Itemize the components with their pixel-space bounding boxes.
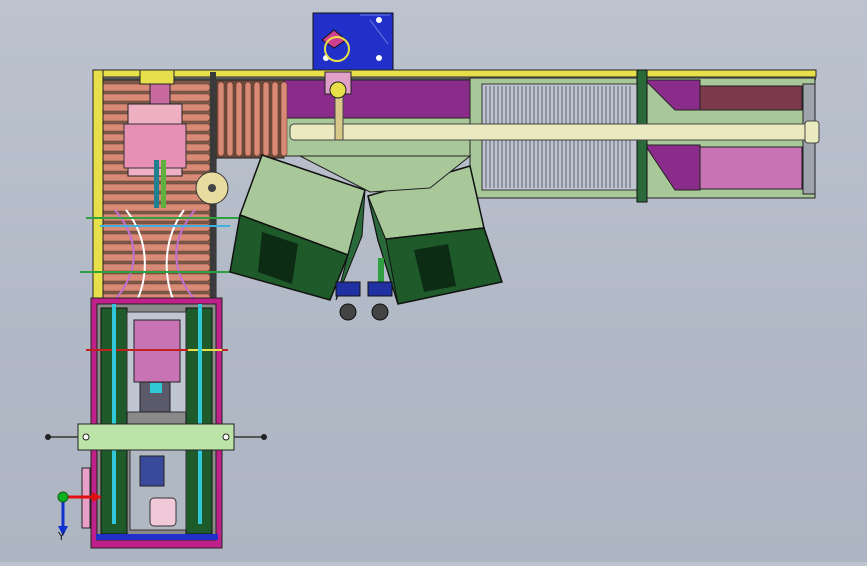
triad-y-label: Y	[58, 530, 65, 543]
roller	[99, 243, 211, 252]
lift-column	[86, 297, 228, 549]
roller	[217, 81, 225, 157]
roller	[226, 81, 234, 157]
roller	[99, 233, 211, 242]
roller	[271, 81, 279, 157]
assembly-drawing	[45, 12, 820, 549]
roller	[235, 81, 243, 157]
cream-disk	[195, 171, 229, 205]
roller	[99, 273, 211, 282]
roller	[99, 263, 211, 272]
top-motor-plate	[312, 12, 394, 72]
roller	[280, 81, 288, 157]
crossbar-frame	[45, 423, 267, 451]
roller	[262, 81, 270, 157]
roller	[244, 81, 252, 157]
roller	[99, 283, 211, 292]
roller	[99, 253, 211, 262]
roller	[253, 81, 261, 157]
triad-z-axis	[57, 491, 69, 503]
cad-viewport[interactable]: Y	[0, 0, 867, 562]
